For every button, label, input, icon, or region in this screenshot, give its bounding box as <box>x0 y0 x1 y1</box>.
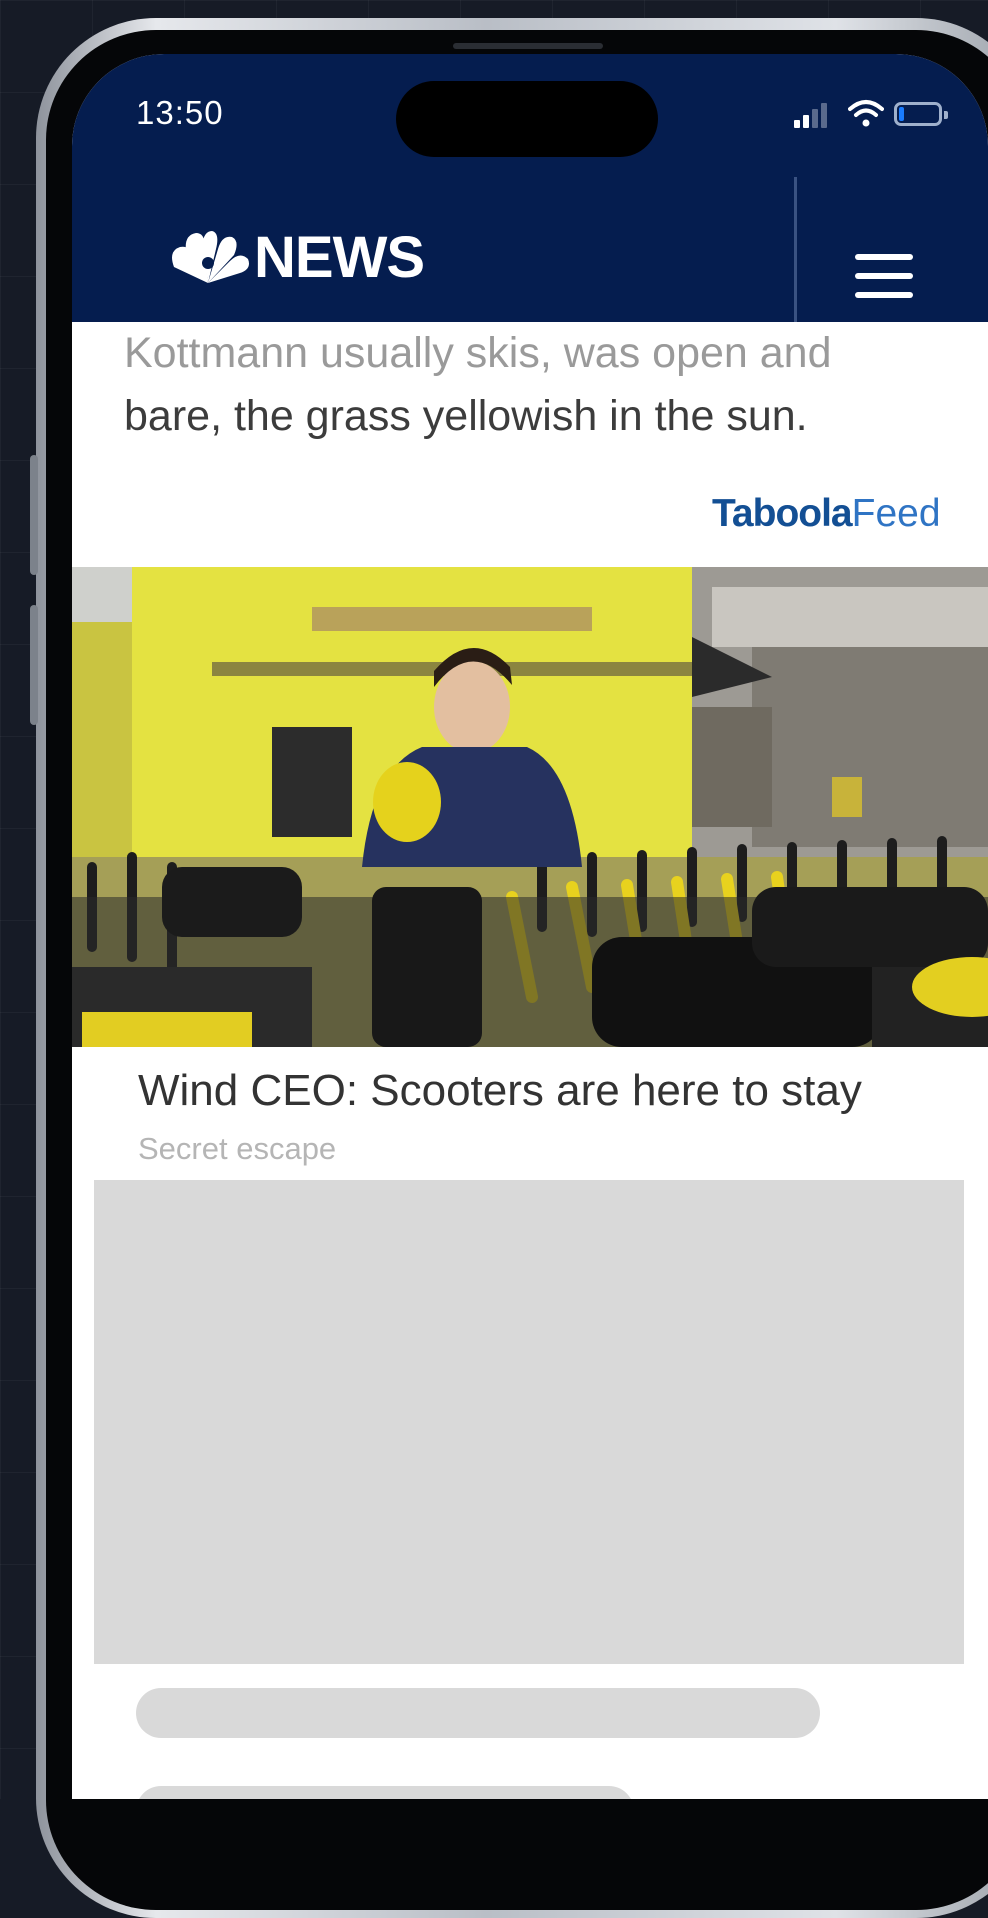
status-time: 13:50 <box>136 94 224 131</box>
hamburger-menu-icon[interactable] <box>855 254 913 298</box>
peacock-icon <box>172 231 249 283</box>
phone-side-button <box>30 455 38 575</box>
taboola-feed-label: Feed <box>851 492 941 535</box>
battery-icon <box>894 102 948 126</box>
article-text-line: Kottmann usually skis, was open and <box>124 329 832 377</box>
nbc-news-logo[interactable]: NEWS <box>164 222 425 292</box>
loading-text-placeholder <box>136 1786 634 1799</box>
loading-image-placeholder <box>94 1180 964 1664</box>
taboola-feed-logo[interactable]: TaboolaFeed <box>712 492 941 536</box>
loading-text-placeholder <box>136 1688 820 1738</box>
phone-speaker <box>453 43 603 49</box>
cellular-signal-icon <box>794 102 836 128</box>
phone-side-button <box>30 605 38 725</box>
article-text-line: bare, the grass yellowish in the sun. <box>124 392 808 440</box>
wifi-icon <box>848 100 884 127</box>
dynamic-island <box>396 81 658 157</box>
taboola-brand-text: Taboola <box>712 492 853 535</box>
phone-screen: 13:50 NEWS Kottmann usually skis, was op… <box>72 54 988 1799</box>
feed-card-source: Secret escape <box>138 1131 337 1166</box>
story-image[interactable] <box>72 567 988 1047</box>
scooter-warehouse-photo <box>72 567 988 1047</box>
logo-wordmark: NEWS <box>254 224 425 290</box>
feed-card-headline[interactable]: Wind CEO: Scooters are here to stay <box>138 1066 862 1116</box>
status-icons <box>794 98 964 132</box>
app-header: 13:50 NEWS <box>72 54 988 322</box>
header-divider <box>794 177 797 322</box>
